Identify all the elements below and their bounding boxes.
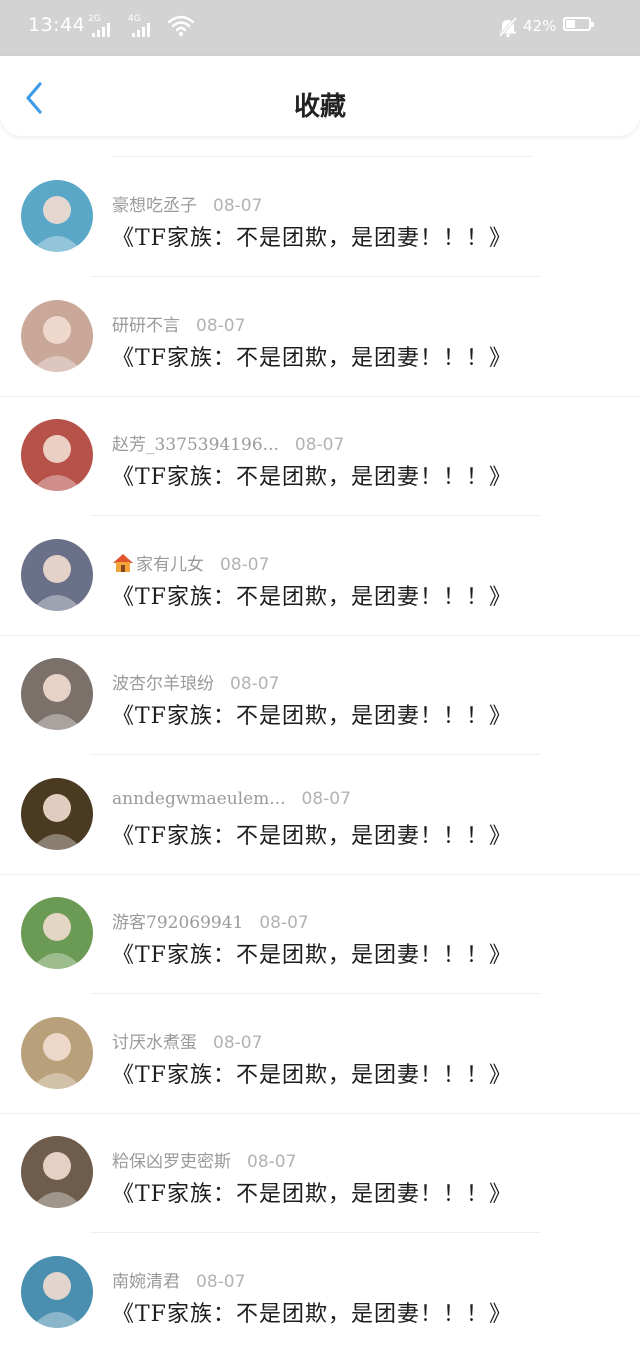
author-name[interactable]: 波杏尔羊琅纷 — [112, 674, 214, 694]
author-name[interactable]: 讨厌水煮蛋 — [112, 1033, 197, 1053]
item-title[interactable]: 《TF家族：不是团欺，是团妻！！！》 — [112, 698, 512, 730]
item-title[interactable]: 《TF家族：不是团欺，是团妻！！！》 — [112, 1176, 512, 1208]
item-meta: 赵芳_3375394196... 08-07 — [112, 430, 344, 455]
post-date: 08-07 — [213, 196, 263, 216]
post-date: 08-07 — [196, 315, 246, 336]
list-item[interactable]: 豪想吃丞子 08-07 《TF家族：不是团欺，是团妻！！！》 — [0, 136, 640, 277]
avatar[interactable] — [21, 538, 93, 611]
post-date: 08-07 — [196, 1271, 246, 1292]
battery-icon — [563, 17, 594, 31]
status-bar: 13:44 2G 4G 42% — [0, 0, 640, 56]
item-title[interactable]: 《TF家族：不是团欺，是团妻！！！》 — [112, 818, 512, 850]
list-item[interactable]: 波杏尔羊琅纷 08-07 《TF家族：不是团欺，是团妻！！！》 — [0, 614, 640, 755]
list-item[interactable]: 游客792069941 08-07 《TF家族：不是团欺，是团妻！！！》 — [0, 853, 640, 994]
avatar[interactable] — [21, 1136, 93, 1208]
item-meta: anndegwmaeulem... 08-07 — [112, 789, 351, 809]
item-meta: 游客792069941 08-07 — [112, 908, 309, 933]
item-title[interactable]: 《TF家族：不是团欺，是团妻！！！》 — [112, 1296, 512, 1328]
post-date: 08-07 — [294, 435, 345, 455]
avatar[interactable] — [21, 897, 93, 969]
avatar[interactable] — [21, 1255, 93, 1328]
avatar[interactable] — [21, 180, 93, 252]
list-item[interactable]: 研研不言 08-07 《TF家族：不是团欺，是团妻！！！》 — [0, 256, 640, 397]
list-item[interactable]: 家有儿女 08-07 《TF家族：不是团欺，是团妻！！！》 — [0, 495, 640, 636]
post-date: 08-07 — [301, 788, 351, 809]
author-name[interactable]: 研研不言 — [112, 316, 180, 336]
item-meta: 讨厌水煮蛋 08-07 — [112, 1028, 262, 1053]
list-item[interactable]: 粭保凶罗吏密斯 08-07 《TF家族：不是团欺，是团妻！！！》 — [0, 1092, 640, 1233]
author-name[interactable]: anndegwmaeulem... — [112, 789, 286, 809]
item-meta: 波杏尔羊琅纷 08-07 — [112, 669, 279, 694]
list-item[interactable]: 讨厌水煮蛋 08-07 《TF家族：不是团欺，是团妻！！！》 — [0, 973, 640, 1114]
post-date: 08-07 — [259, 913, 309, 933]
author-name[interactable]: 家有儿女 — [136, 555, 204, 575]
author-name[interactable]: 南婉清君 — [112, 1272, 180, 1292]
item-meta: 研研不言 08-07 — [112, 311, 245, 336]
post-date: 08-07 — [247, 1152, 297, 1172]
list-item[interactable]: 赵芳_3375394196... 08-07 《TF家族：不是团欺，是团妻！！！》 — [0, 375, 640, 516]
avatar[interactable] — [21, 299, 93, 372]
house-icon — [112, 553, 134, 573]
author-name[interactable]: 游客792069941 — [112, 913, 243, 933]
mute-bell-icon — [497, 16, 519, 42]
item-meta: 粭保凶罗吏密斯 08-07 — [112, 1147, 296, 1172]
author-name[interactable]: 豪想吃丞子 — [112, 196, 197, 216]
author-name[interactable]: 粭保凶罗吏密斯 — [112, 1152, 231, 1172]
avatar[interactable] — [21, 658, 93, 730]
battery-percent: 42% — [523, 17, 557, 35]
post-date: 08-07 — [220, 554, 270, 575]
item-title[interactable]: 《TF家族：不是团欺，是团妻！！！》 — [112, 220, 512, 252]
wifi-icon — [167, 15, 195, 41]
item-title[interactable]: 《TF家族：不是团欺，是团妻！！！》 — [112, 1057, 512, 1089]
item-title[interactable]: 《TF家族：不是团欺，是团妻！！！》 — [112, 459, 512, 491]
author-name[interactable]: 赵芳_3375394196... — [112, 435, 279, 455]
list-item[interactable]: 南婉清君 08-07 《TF家族：不是团欺，是团妻！！！》 — [0, 1212, 640, 1332]
item-meta: 南婉清君 08-07 — [112, 1267, 245, 1292]
item-title[interactable]: 《TF家族：不是团欺，是团妻！！！》 — [112, 579, 512, 611]
avatar[interactable] — [21, 1016, 93, 1089]
list-item[interactable]: anndegwmaeulem... 08-07 《TF家族：不是团欺，是团妻！！！》 — [0, 734, 640, 875]
item-meta: 家有儿女 08-07 — [112, 550, 269, 575]
avatar[interactable] — [21, 419, 93, 491]
avatar[interactable] — [21, 777, 93, 850]
item-title[interactable]: 《TF家族：不是团欺，是团妻！！！》 — [112, 340, 512, 372]
item-meta: 豪想吃丞子 08-07 — [112, 191, 262, 216]
status-time: 13:44 — [28, 14, 86, 36]
page-title: 收藏 — [293, 92, 346, 122]
post-date: 08-07 — [213, 1032, 263, 1053]
item-title[interactable]: 《TF家族：不是团欺，是团妻！！！》 — [112, 937, 512, 969]
post-date: 08-07 — [230, 674, 280, 694]
nav-bar: 收藏 — [0, 56, 640, 136]
